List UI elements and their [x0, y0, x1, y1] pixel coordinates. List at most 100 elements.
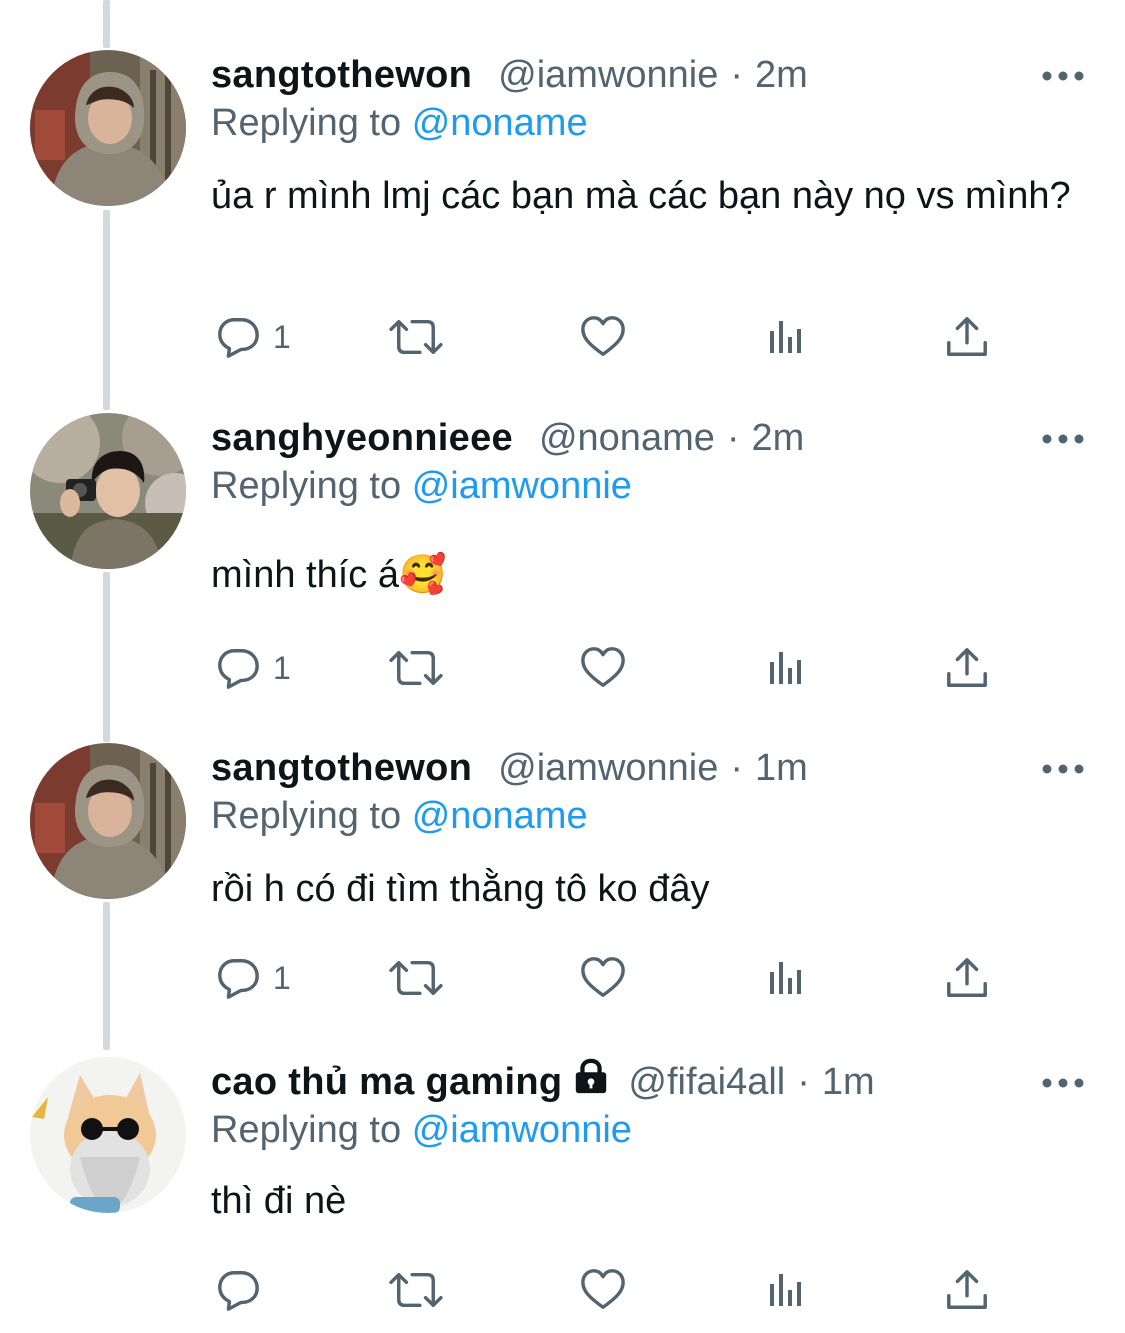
user-handle[interactable]: @iamwonnie [498, 54, 718, 97]
thread-connector-line [103, 0, 110, 48]
more-horizontal-icon [1040, 64, 1086, 88]
display-name[interactable]: sangtothewon [211, 747, 472, 790]
avatar[interactable] [30, 1057, 186, 1213]
reply-bubble-icon [215, 1267, 261, 1313]
tweet-header: sangtothewon @iamwonnie · 1m [211, 743, 808, 793]
views-bar-chart-icon [766, 648, 806, 688]
replying-to-mention[interactable]: @noname [412, 102, 588, 144]
protected-account-lock [572, 1058, 610, 1106]
tweet-actions: 1 [211, 643, 1011, 693]
separator-dot: · [797, 1060, 810, 1103]
tweet-actions [211, 1265, 1011, 1315]
display-name[interactable]: cao thủ ma gaming [211, 1061, 562, 1104]
avatar[interactable] [30, 50, 186, 206]
replying-to-label: Replying to [211, 795, 402, 837]
more-options-button[interactable] [1040, 1071, 1086, 1095]
reply-bubble-icon [215, 645, 261, 691]
tweet[interactable]: sangtothewon @iamwonnie · 1m Replying to… [0, 743, 1125, 1033]
views-button[interactable] [766, 643, 806, 693]
tweet[interactable]: cao thủ ma gaming @fifai4all · 1m Replyi… [0, 1057, 1125, 1327]
display-name[interactable]: sangtothewon [211, 54, 472, 97]
more-horizontal-icon [1040, 757, 1086, 781]
reply-button[interactable]: 1 [215, 643, 291, 693]
share-button[interactable] [944, 643, 990, 693]
replying-to-line: Replying to @iamwonnie [211, 465, 632, 508]
avatar-photo-hooded-boy-icon [30, 50, 186, 206]
separator-dot: · [730, 746, 744, 789]
share-button[interactable] [944, 953, 990, 1003]
retweet-button[interactable] [387, 953, 445, 1003]
tweet-text: rồi h có đi tìm thằng tô ko đây [211, 868, 710, 910]
retweet-icon [387, 955, 445, 1001]
avatar-photo-hooded-boy-icon [30, 743, 186, 899]
separator-dot: · [726, 416, 740, 459]
retweet-button[interactable] [387, 312, 445, 362]
replying-to-label: Replying to [211, 1109, 402, 1151]
replying-to-label: Replying to [211, 465, 402, 507]
tweet[interactable]: sanghyeonnieee @noname · 2m Replying to … [0, 413, 1125, 713]
tweet-header: sangtothewon @iamwonnie · 2m [211, 50, 808, 100]
like-button[interactable] [580, 643, 626, 693]
more-horizontal-icon [1040, 427, 1086, 451]
avatar[interactable] [30, 413, 186, 569]
avatar-photo-boy-camera-icon [30, 413, 186, 569]
tweet-actions: 1 [211, 312, 1011, 362]
retweet-icon [387, 645, 445, 691]
more-options-button[interactable] [1040, 757, 1086, 781]
lock-icon [572, 1058, 610, 1096]
more-horizontal-icon [1040, 1071, 1086, 1095]
views-bar-chart-icon [766, 958, 806, 998]
reply-count: 1 [273, 959, 291, 996]
retweet-icon [387, 314, 445, 360]
replying-to-line: Replying to @noname [211, 102, 588, 145]
share-upload-icon [944, 314, 990, 360]
like-button[interactable] [580, 953, 626, 1003]
retweet-icon [387, 1267, 445, 1313]
reply-button[interactable]: 1 [215, 953, 291, 1003]
views-button[interactable] [766, 1265, 806, 1315]
more-options-button[interactable] [1040, 64, 1086, 88]
user-handle[interactable]: @fifai4all [628, 1061, 785, 1104]
replying-to-line: Replying to @noname [211, 795, 588, 838]
tweet-text: thì đi nè [211, 1180, 347, 1222]
like-button[interactable] [580, 312, 626, 362]
retweet-button[interactable] [387, 643, 445, 693]
heart-icon [580, 314, 626, 360]
reply-button[interactable]: 1 [215, 312, 291, 362]
tweet-actions: 1 [211, 953, 1011, 1003]
timestamp[interactable]: 2m [755, 54, 808, 97]
replying-to-mention[interactable]: @noname [412, 795, 588, 837]
replying-to-mention[interactable]: @iamwonnie [412, 1109, 632, 1151]
tweet-text: ủa r mình lmj các bạn mà các bạn này nọ … [211, 175, 1071, 217]
separator-dot: · [730, 53, 744, 96]
tweet[interactable]: sangtothewon @iamwonnie · 2m Replying to… [0, 50, 1125, 370]
reply-bubble-icon [215, 955, 261, 1001]
views-button[interactable] [766, 312, 806, 362]
user-handle[interactable]: @noname [539, 417, 715, 460]
reply-bubble-icon [215, 314, 261, 360]
like-button[interactable] [580, 1265, 626, 1315]
views-bar-chart-icon [766, 317, 806, 357]
display-name[interactable]: sanghyeonnieee [211, 417, 513, 460]
timestamp[interactable]: 1m [755, 747, 808, 790]
heart-icon [580, 1267, 626, 1313]
tweet-text: mình thíc á🥰 [211, 554, 447, 596]
share-upload-icon [944, 645, 990, 691]
timestamp[interactable]: 1m [822, 1061, 875, 1104]
avatar-cat-sunglasses-icon [30, 1057, 186, 1213]
retweet-button[interactable] [387, 1265, 445, 1315]
share-button[interactable] [944, 312, 990, 362]
replying-to-label: Replying to [211, 102, 402, 144]
timestamp[interactable]: 2m [752, 417, 805, 460]
replying-to-mention[interactable]: @iamwonnie [412, 465, 632, 507]
reply-button[interactable] [215, 1265, 273, 1315]
tweet-header: cao thủ ma gaming @fifai4all · 1m [211, 1057, 875, 1107]
user-handle[interactable]: @iamwonnie [498, 747, 718, 790]
share-button[interactable] [944, 1265, 990, 1315]
share-upload-icon [944, 1267, 990, 1313]
more-options-button[interactable] [1040, 427, 1086, 451]
share-upload-icon [944, 955, 990, 1001]
heart-icon [580, 645, 626, 691]
views-button[interactable] [766, 953, 806, 1003]
avatar[interactable] [30, 743, 186, 899]
